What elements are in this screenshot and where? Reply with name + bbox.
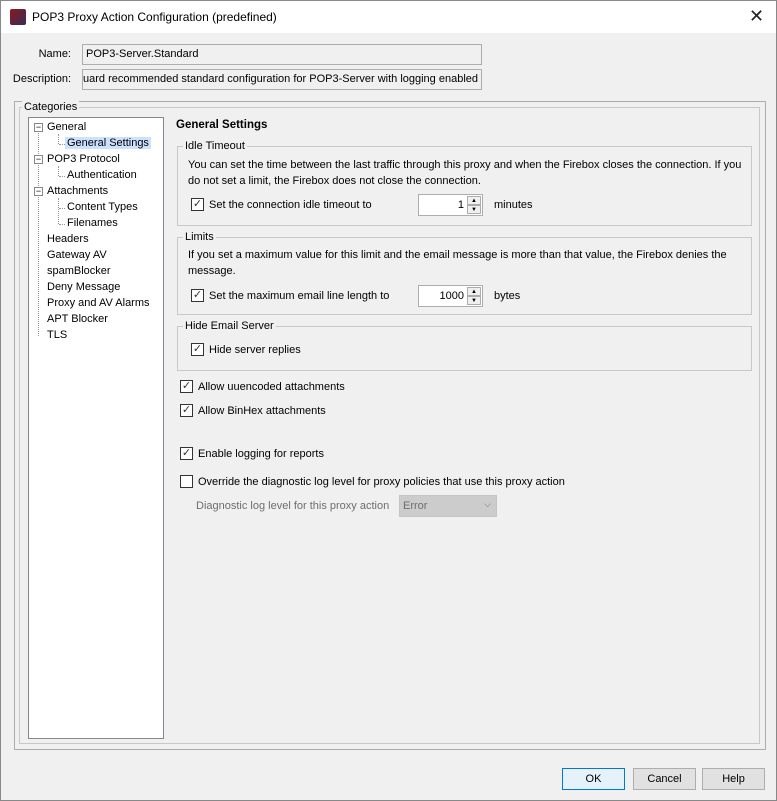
- idle-timeout-spinner[interactable]: 1 ▲ ▼: [418, 194, 483, 216]
- diag-level-label: Diagnostic log level for this proxy acti…: [196, 500, 390, 512]
- hide-replies-checkbox[interactable]: ✓: [191, 343, 204, 356]
- diag-level-select[interactable]: Error ⌵: [399, 495, 497, 517]
- tree-item-gateway-av[interactable]: Gateway AV: [47, 249, 107, 261]
- spin-up-icon[interactable]: ▲: [467, 196, 481, 205]
- override-checkbox[interactable]: [180, 475, 193, 488]
- limits-legend: Limits: [183, 231, 216, 243]
- collapse-icon[interactable]: −: [34, 123, 43, 132]
- idle-timeout-legend: Idle Timeout: [183, 140, 247, 152]
- app-icon: [10, 9, 26, 25]
- tree-item-pop3-protocol[interactable]: POP3 Protocol: [47, 153, 120, 165]
- collapse-icon[interactable]: −: [34, 155, 43, 164]
- collapse-icon[interactable]: −: [34, 187, 43, 196]
- close-icon[interactable]: ✕: [749, 6, 764, 27]
- tree-item-filenames[interactable]: Filenames: [67, 217, 118, 229]
- spin-down-icon[interactable]: ▼: [467, 296, 481, 305]
- cancel-button[interactable]: Cancel: [633, 768, 696, 790]
- idle-timeout-unit: minutes: [494, 199, 533, 211]
- tree-item-attachments[interactable]: Attachments: [47, 185, 108, 197]
- binhex-checkbox[interactable]: ✓: [180, 404, 193, 417]
- line-length-value: 1000: [439, 290, 464, 302]
- idle-timeout-value: 1: [457, 199, 464, 211]
- description-field[interactable]: Guard recommended standard configuration…: [82, 69, 482, 90]
- spin-up-icon[interactable]: ▲: [467, 287, 481, 296]
- limits-desc: If you set a maximum value for this limi…: [188, 249, 727, 277]
- window-title: POP3 Proxy Action Configuration (predefi…: [32, 10, 277, 24]
- line-length-label: Set the maximum email line length to: [209, 290, 390, 302]
- tree-item-deny-message[interactable]: Deny Message: [47, 281, 120, 293]
- tree-item-general-settings[interactable]: General Settings: [65, 137, 151, 149]
- tree-item-general[interactable]: General: [47, 121, 86, 133]
- diag-level-value: Error: [403, 500, 428, 512]
- uuencoded-checkbox[interactable]: ✓: [180, 380, 193, 393]
- line-length-spinner[interactable]: 1000 ▲ ▼: [418, 285, 483, 307]
- idle-timeout-checkbox[interactable]: ✓: [191, 198, 204, 211]
- override-label: Override the diagnostic log level for pr…: [198, 476, 565, 488]
- uuencoded-label: Allow uuencoded attachments: [198, 381, 345, 393]
- description-text: Guard recommended standard configuration…: [82, 73, 478, 85]
- hide-server-legend: Hide Email Server: [183, 320, 276, 332]
- name-label: Name:: [38, 48, 71, 60]
- line-length-unit: bytes: [494, 290, 521, 302]
- ok-button[interactable]: OK: [562, 768, 625, 790]
- description-label: Description:: [12, 73, 71, 85]
- help-button[interactable]: Help: [702, 768, 765, 790]
- name-field[interactable]: POP3-Server.Standard: [82, 44, 482, 65]
- chevron-down-icon: ⌵: [484, 499, 491, 509]
- tree-item-headers[interactable]: Headers: [47, 233, 89, 245]
- line-length-checkbox[interactable]: ✓: [191, 289, 204, 302]
- panel-title: General Settings: [176, 119, 268, 131]
- tree-item-content-types[interactable]: Content Types: [67, 201, 138, 213]
- idle-timeout-label: Set the connection idle timeout to: [209, 199, 372, 211]
- tree-item-apt-blocker[interactable]: APT Blocker: [47, 313, 108, 325]
- categories-label: Categories: [22, 101, 80, 113]
- binhex-label: Allow BinHex attachments: [198, 405, 326, 417]
- tree-item-spamblocker[interactable]: spamBlocker: [47, 265, 111, 277]
- tree-item-tls[interactable]: TLS: [47, 329, 67, 341]
- logging-checkbox[interactable]: ✓: [180, 447, 193, 460]
- idle-timeout-desc: You can set the time between the last tr…: [188, 159, 742, 187]
- logging-label: Enable logging for reports: [198, 448, 324, 460]
- spin-down-icon[interactable]: ▼: [467, 205, 481, 214]
- tree-item-authentication[interactable]: Authentication: [67, 169, 137, 181]
- category-tree[interactable]: − General General Settings − POP3 Protoc…: [28, 117, 164, 739]
- tree-item-proxy-av-alarms[interactable]: Proxy and AV Alarms: [47, 297, 150, 309]
- hide-replies-label: Hide server replies: [209, 344, 301, 356]
